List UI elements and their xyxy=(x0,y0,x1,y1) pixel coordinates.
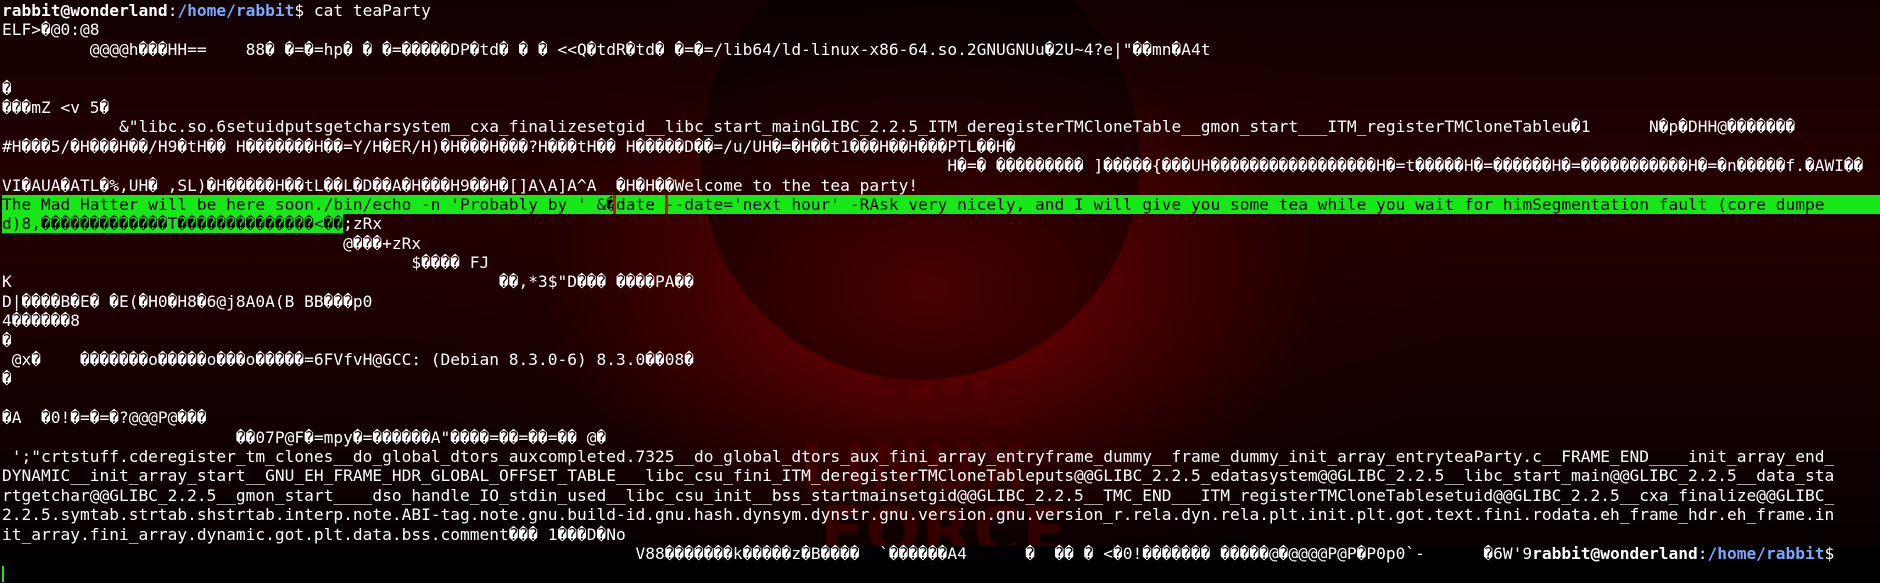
output-line-sections: 2.2.5.symtab.strtab.shstrtab.interp.note… xyxy=(2,505,1835,525)
output-line-symbols: DYNAMIC__init_array_start__GNU_EH_FRAME_… xyxy=(2,466,1835,486)
prompt-path: /home/rabbit xyxy=(177,1,295,20)
output-line: 4������8 xyxy=(2,311,80,331)
selection-text-after: --date='next hour' -RAsk very nicely, an… xyxy=(664,194,1825,214)
output-line-with-prompt: V88�������k�����z�B���� `������A4 � �� �… xyxy=(2,544,1880,563)
output-line: ���mZ <v 5� xyxy=(2,97,110,117)
output-line: &"libc.so.6setuidputsgetcharsystem__cxa_… xyxy=(2,117,1796,137)
output-line: � xyxy=(2,330,12,350)
highlighted-output-line: The Mad Hatter will be here soon./bin/ec… xyxy=(2,194,1880,215)
prompt-user-host: rabbit@wonderland xyxy=(2,1,168,20)
output-line: @@@@h���HH== 88� �=�=hp� � �=�����DP�td�… xyxy=(2,39,1211,59)
prompt-symbol: $ xyxy=(294,1,305,20)
output-text: V88�������k�����z�B���� `������A4 � �� �… xyxy=(2,543,1533,563)
terminal-output[interactable]: rabbit@wonderland:/home/rabbit$ cat teaP… xyxy=(2,1,1880,583)
output-line-welcome: VI�AUA�ATL�%,UH� ,SL)�H�����H��tL��L�D��… xyxy=(2,175,919,195)
prompt-user-host: rabbit@wonderland xyxy=(1532,543,1698,563)
output-line: ��07P@F�=mpy�=������A"����=��=��=�� @� xyxy=(2,427,607,447)
output-line: � xyxy=(2,78,12,98)
prompt-symbol: $ xyxy=(1824,543,1835,563)
output-text: ;zRx xyxy=(343,214,383,234)
selection-text-end: d)8,�������������T��������������<�� xyxy=(2,214,344,234)
output-line: �A �0!�=�=�?@@@P@��� xyxy=(2,408,207,428)
output-line: D|����B�E� �E(�H0�H8�6@j8A0A(B BB���p0 xyxy=(2,291,373,311)
prompt-line: rabbit@wonderland:/home/rabbit$ cat teaP… xyxy=(2,1,1880,20)
prompt-colon: : xyxy=(167,1,178,20)
output-line: ELF>�@0:@8 xyxy=(2,20,100,40)
output-line: $���� FJ xyxy=(2,253,490,273)
output-line: � xyxy=(2,369,12,389)
text-cursor xyxy=(2,565,4,582)
output-line-gcc: @x� �������o�����o���o�����=6FVfvH@GCC: … xyxy=(2,350,694,370)
output-line-symbols: ';"crtstuff.cderegister_tm_clones__do_gl… xyxy=(2,446,1835,466)
output-line: @���+zRx xyxy=(2,233,422,253)
output-line: #H���5/�H���H��/H9�tH�� H�������H��=Y/H�… xyxy=(2,136,1016,156)
prompt-path: /home/rabbit xyxy=(1707,543,1825,563)
selection-text-before: The Mad Hatter will be here soon./bin/ec… xyxy=(2,194,616,214)
date-command-highlight: date xyxy=(613,194,668,215)
output-line-symbols: rtgetchar@@GLIBC_2.2.5__gmon_start____ds… xyxy=(2,485,1835,505)
output-line: H�=� ��������� ]�����{���UH�������������… xyxy=(2,156,1864,176)
command-text: cat teaParty xyxy=(304,1,431,20)
cursor-line xyxy=(2,563,1880,582)
output-line-sections: it_array.fini_array.dynamic.got.plt.data… xyxy=(2,524,626,544)
output-line: d)8,�������������T��������������<��;zRx xyxy=(2,214,1880,234)
output-line: K ��,*3$"D��� ����PA�� xyxy=(2,272,694,292)
prompt-colon: : xyxy=(1697,543,1708,563)
